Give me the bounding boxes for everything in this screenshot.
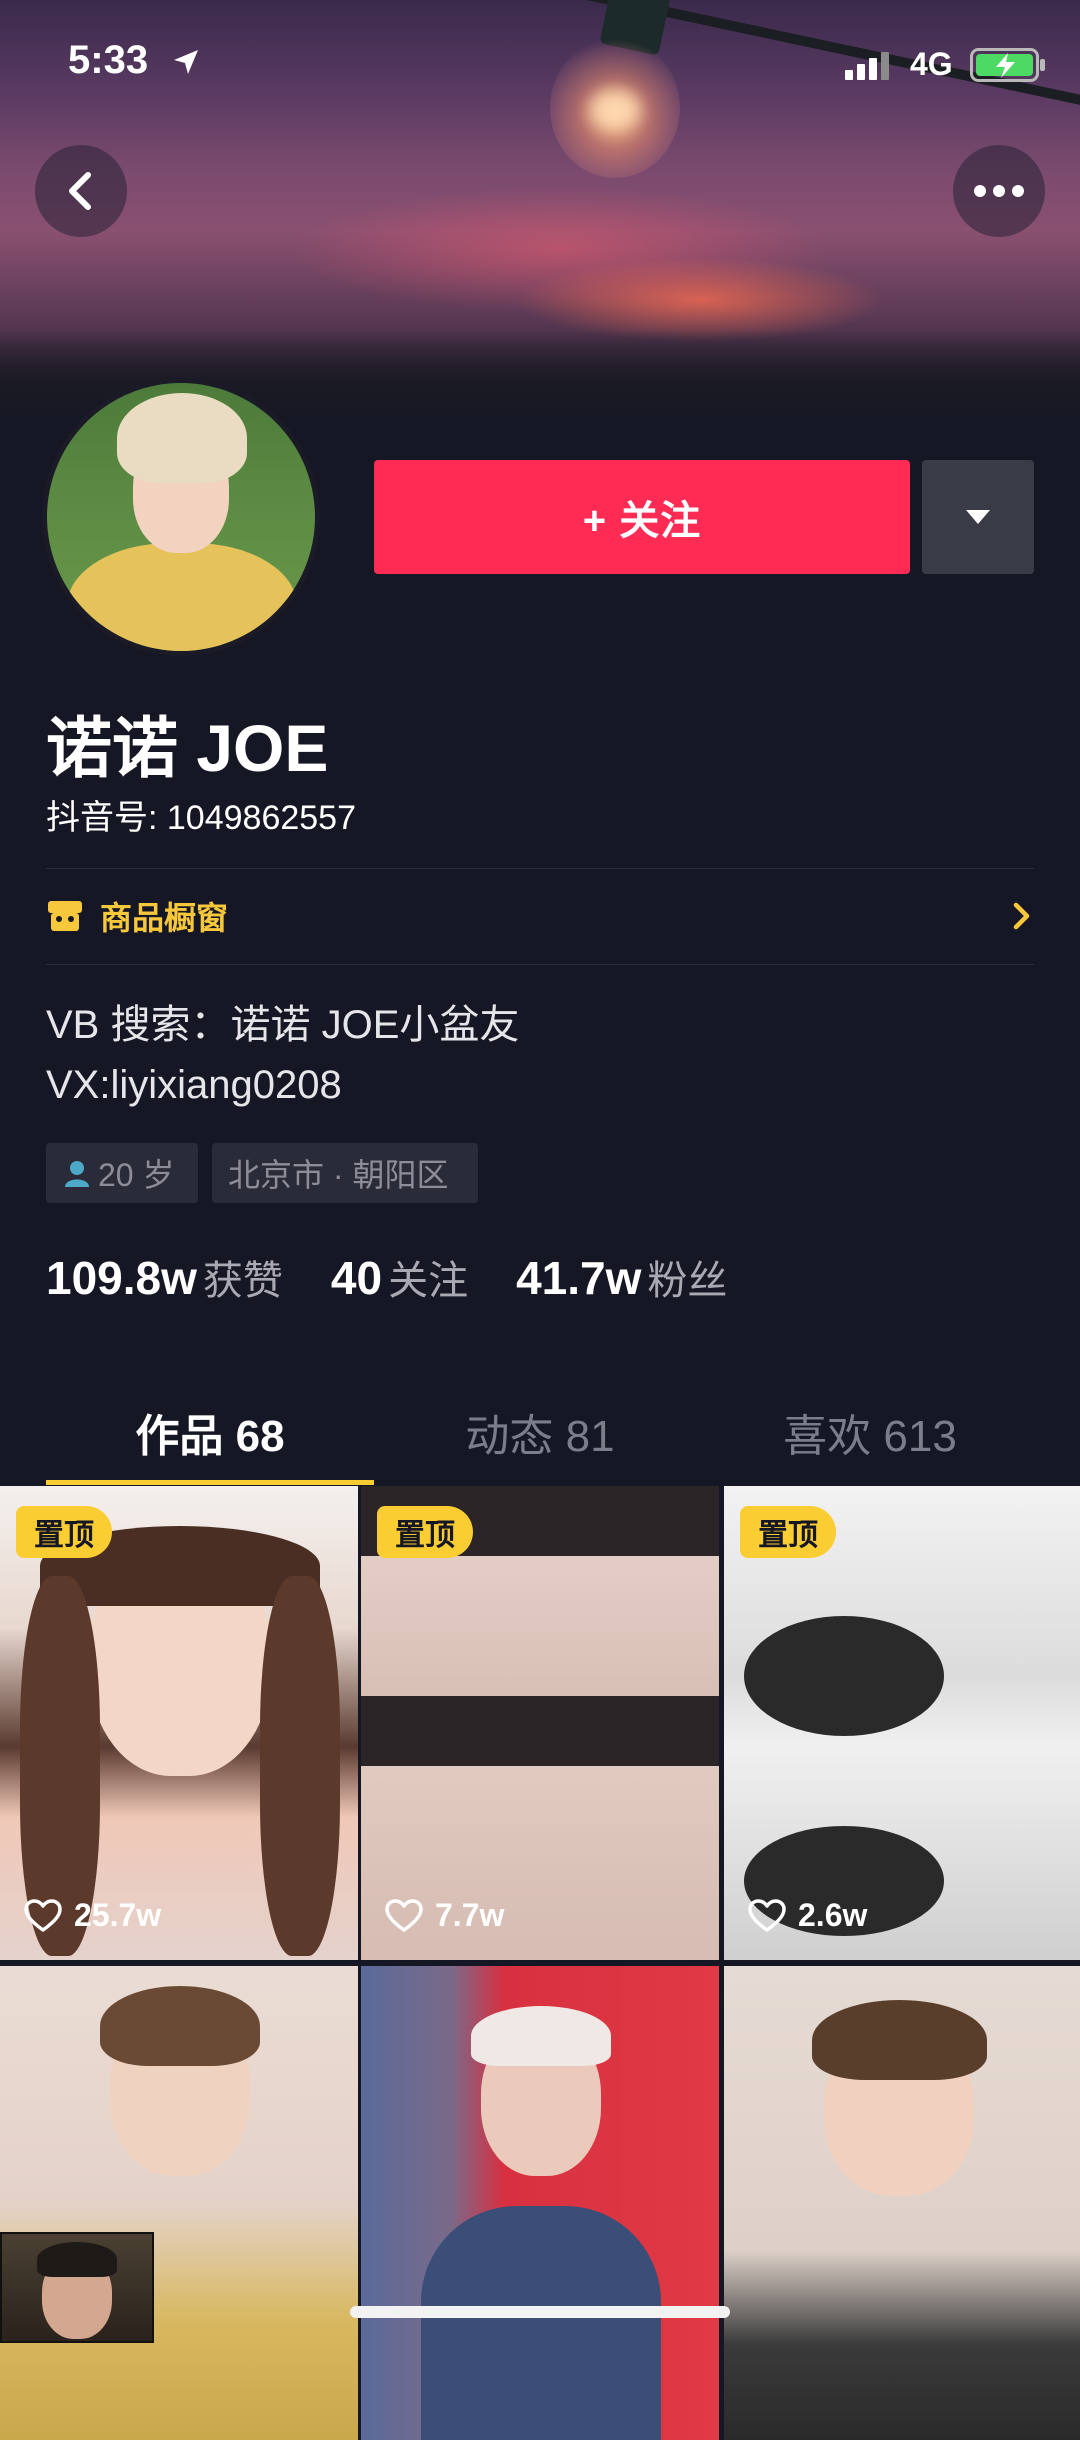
video-thumbnail[interactable] bbox=[361, 1966, 719, 2440]
likes-label: 获赞 bbox=[202, 1259, 283, 1303]
avatar-hair bbox=[117, 393, 247, 483]
age-tag: 20 岁 bbox=[46, 1143, 198, 1203]
battery-charging-icon bbox=[970, 48, 1045, 82]
pinned-badge: 置顶 bbox=[377, 1506, 473, 1558]
user-icon bbox=[65, 1161, 89, 1187]
status-bar: 5:33 4G bbox=[0, 0, 1080, 130]
bio-line: VX:liyixiang0208 bbox=[46, 1063, 342, 1107]
picture-in-picture-window[interactable] bbox=[0, 2232, 154, 2343]
age-label: 20 岁 bbox=[98, 1157, 175, 1193]
heart-outline-icon bbox=[24, 1898, 62, 1932]
douyin-id: 抖音号: 1049862557 bbox=[46, 799, 356, 837]
heart-outline-icon bbox=[748, 1898, 786, 1932]
shop-icon bbox=[48, 901, 82, 931]
avatar-photo bbox=[47, 383, 315, 651]
back-button[interactable] bbox=[35, 145, 127, 237]
bio-line: VB 搜索：诺诺 JOE小盆友 bbox=[46, 1003, 520, 1047]
video-likes: 2.6w bbox=[748, 1897, 867, 1934]
video-thumbnail[interactable]: 置顶 7.7w bbox=[361, 1486, 719, 1960]
shop-window-label: 商品橱窗 bbox=[100, 900, 229, 936]
location-arrow-icon bbox=[174, 50, 198, 74]
heart-outline-icon bbox=[385, 1898, 423, 1932]
followers-label[interactable]: 粉丝 bbox=[647, 1248, 727, 1306]
network-type: 4G bbox=[910, 46, 953, 82]
video-grid: 置顶 25.7w 置顶 7.7w 置顶 2.6w bbox=[0, 1486, 1080, 2440]
video-likes-count: 25.7w bbox=[74, 1897, 162, 1933]
active-tab-indicator bbox=[46, 1480, 374, 1485]
location-label: 北京市 · 朝阳区 bbox=[228, 1157, 449, 1193]
tab-likes[interactable]: 喜欢 613 bbox=[690, 1400, 1050, 1464]
video-thumbnail[interactable] bbox=[0, 1966, 358, 2440]
back-arrow-icon bbox=[69, 172, 91, 210]
recommend-dropdown-button[interactable] bbox=[922, 460, 1034, 574]
video-thumbnail[interactable]: 置顶 25.7w bbox=[0, 1486, 358, 1960]
bio: VB 搜索：诺诺 JOE小盆友 VX:liyixiang0208 bbox=[46, 995, 519, 1115]
divider bbox=[46, 964, 1034, 965]
cellular-signal-icon bbox=[845, 52, 889, 80]
location-tag: 北京市 · 朝阳区 bbox=[212, 1143, 478, 1203]
following-count[interactable]: 40 bbox=[331, 1251, 382, 1305]
status-time: 5:33 bbox=[68, 38, 149, 82]
following-label[interactable]: 关注 bbox=[388, 1248, 468, 1306]
video-likes: 7.7w bbox=[385, 1897, 504, 1934]
video-thumbnail[interactable] bbox=[724, 1966, 1080, 2440]
content-tabs: 作品 68 动态 81 喜欢 613 bbox=[0, 1380, 1080, 1486]
avatar-shirt bbox=[67, 543, 297, 651]
pinned-badge: 置顶 bbox=[740, 1506, 836, 1558]
chevron-right-icon bbox=[1013, 902, 1030, 930]
profile-name: 诺诺 JOE bbox=[46, 711, 329, 785]
home-indicator[interactable] bbox=[350, 2306, 730, 2318]
follow-button[interactable]: + 关注 bbox=[374, 460, 910, 574]
avatar[interactable] bbox=[42, 378, 320, 656]
more-dots-icon bbox=[974, 185, 1024, 197]
caret-down-icon bbox=[966, 510, 990, 524]
more-options-button[interactable] bbox=[953, 145, 1045, 237]
tab-works[interactable]: 作品 68 bbox=[30, 1400, 390, 1464]
profile-stats: 109.8w 获赞 40 关注 41.7w 粉丝 bbox=[46, 1248, 727, 1306]
likes-count: 109.8w bbox=[46, 1252, 197, 1304]
video-likes-count: 7.7w bbox=[435, 1897, 505, 1933]
followers-count[interactable]: 41.7w bbox=[516, 1251, 641, 1305]
tab-moments[interactable]: 动态 81 bbox=[360, 1400, 720, 1464]
pinned-badge: 置顶 bbox=[16, 1506, 112, 1558]
video-likes-count: 2.6w bbox=[798, 1897, 868, 1933]
video-thumbnail[interactable]: 置顶 2.6w bbox=[724, 1486, 1080, 1960]
video-likes: 25.7w bbox=[24, 1897, 161, 1934]
shop-window-row[interactable]: 商品橱窗 bbox=[46, 868, 1034, 964]
